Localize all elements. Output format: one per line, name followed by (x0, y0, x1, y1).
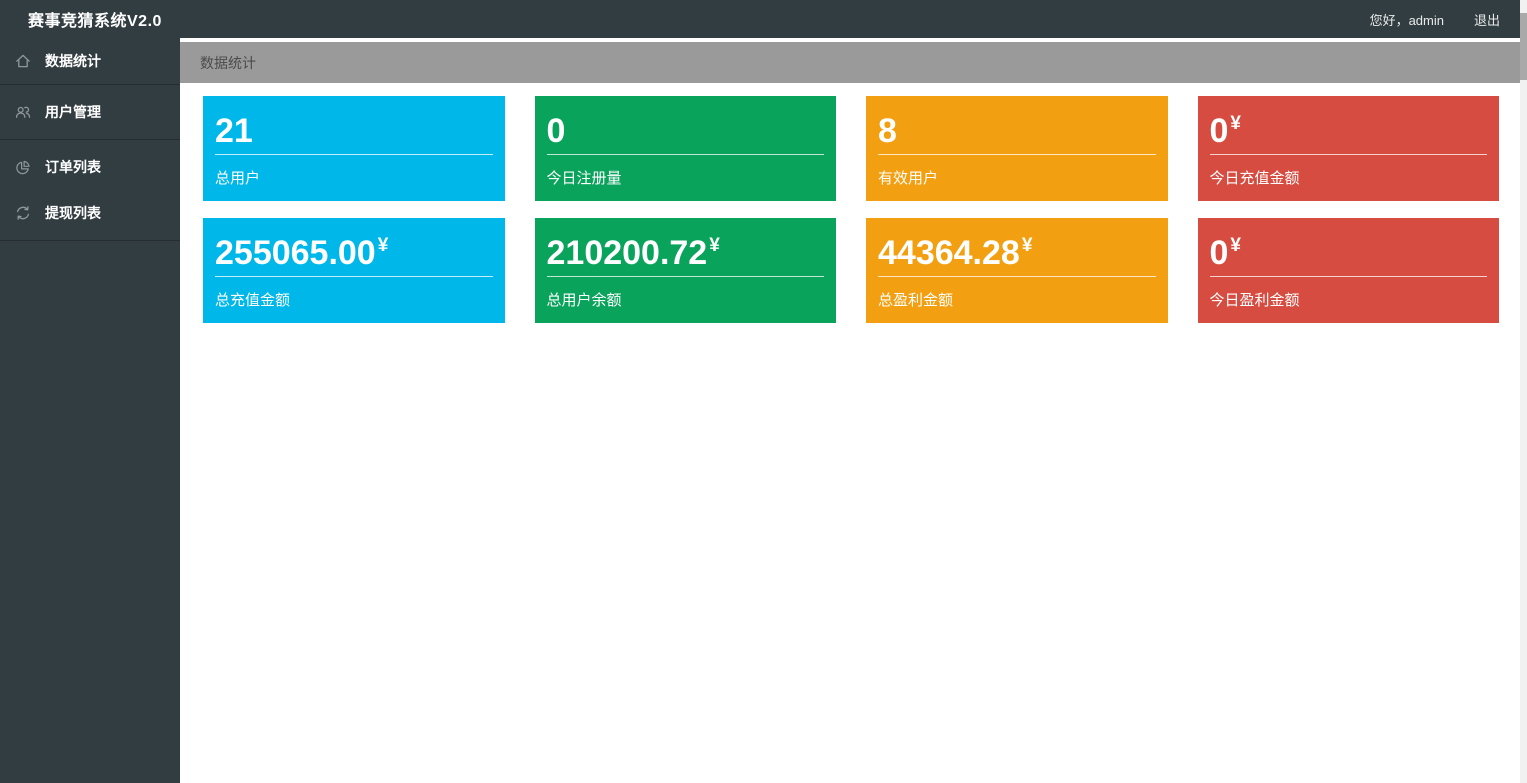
stat-value: 44364.28¥ (878, 227, 1156, 272)
stat-value: 0 (547, 105, 825, 150)
stat-value: 255065.00¥ (215, 227, 493, 272)
card-divider (547, 276, 825, 277)
stat-card-total-profit: 44364.28¥ 总盈利金额 (866, 218, 1168, 323)
stat-value: 210200.72¥ (547, 227, 825, 272)
sidebar: 数据统计 用户管理 订单列表 (0, 38, 180, 783)
vertical-scrollbar[interactable] (1520, 0, 1527, 783)
sidebar-item-label: 提现列表 (45, 203, 101, 223)
stats-grid: 21 总用户 0 今日注册量 8 有效用户 0¥ 今日充值金额 255065.0… (180, 83, 1527, 323)
stat-value: 0¥ (1210, 227, 1488, 272)
currency-symbol: ¥ (1022, 235, 1033, 256)
stat-card-today-registrations: 0 今日注册量 (535, 96, 837, 201)
sidebar-item-label: 用户管理 (45, 102, 101, 122)
stat-card-today-recharge: 0¥ 今日充值金额 (1198, 96, 1500, 201)
sidebar-item-order-list[interactable]: 订单列表 (0, 144, 180, 190)
card-divider (1210, 154, 1488, 155)
sidebar-item-data-stats[interactable]: 数据统计 (0, 38, 180, 84)
stat-label: 总用户余额 (547, 289, 825, 310)
app-title: 赛事竞猜系统V2.0 (28, 7, 162, 31)
main-content: 数据统计 21 总用户 0 今日注册量 8 有效用户 0¥ 今日充值金额 255… (180, 38, 1527, 783)
stat-label: 总充值金额 (215, 289, 493, 310)
home-icon (14, 52, 32, 70)
stat-value: 8 (878, 105, 1156, 150)
stat-label: 今日盈利金额 (1210, 289, 1488, 310)
card-divider (547, 154, 825, 155)
sidebar-item-user-management[interactable]: 用户管理 (0, 89, 180, 135)
pie-chart-icon (14, 158, 32, 176)
stat-value: 21 (215, 105, 493, 150)
stat-label: 今日充值金额 (1210, 167, 1488, 188)
scrollbar-thumb[interactable] (1520, 13, 1527, 80)
refresh-icon (14, 204, 32, 222)
top-header: 赛事竞猜系统V2.0 您好，admin 退出 (0, 0, 1527, 38)
sidebar-item-withdraw-list[interactable]: 提现列表 (0, 190, 180, 236)
stat-card-total-recharge: 255065.00¥ 总充值金额 (203, 218, 505, 323)
sidebar-item-label: 订单列表 (45, 157, 101, 177)
sidebar-item-label: 数据统计 (45, 51, 101, 71)
currency-symbol: ¥ (1230, 113, 1241, 134)
breadcrumb-title: 数据统计 (200, 53, 256, 73)
stat-card-valid-users: 8 有效用户 (866, 96, 1168, 201)
stat-card-today-profit: 0¥ 今日盈利金额 (1198, 218, 1500, 323)
currency-symbol: ¥ (1230, 235, 1241, 256)
stat-label: 总盈利金额 (878, 289, 1156, 310)
card-divider (1210, 276, 1488, 277)
stat-label: 总用户 (215, 167, 493, 188)
card-divider (878, 154, 1156, 155)
stat-card-total-user-balance: 210200.72¥ 总用户余额 (535, 218, 837, 323)
logout-button[interactable]: 退出 (1474, 10, 1500, 29)
stat-card-total-users: 21 总用户 (203, 96, 505, 201)
card-divider (215, 276, 493, 277)
card-divider (878, 276, 1156, 277)
currency-symbol: ¥ (709, 235, 720, 256)
user-greeting: 您好，admin (1370, 10, 1444, 29)
breadcrumb: 数据统计 (180, 42, 1527, 83)
users-icon (14, 103, 32, 121)
stat-label: 有效用户 (878, 167, 1156, 188)
stat-label: 今日注册量 (547, 167, 825, 188)
currency-symbol: ¥ (378, 235, 389, 256)
stat-value: 0¥ (1210, 105, 1488, 150)
card-divider (215, 154, 493, 155)
